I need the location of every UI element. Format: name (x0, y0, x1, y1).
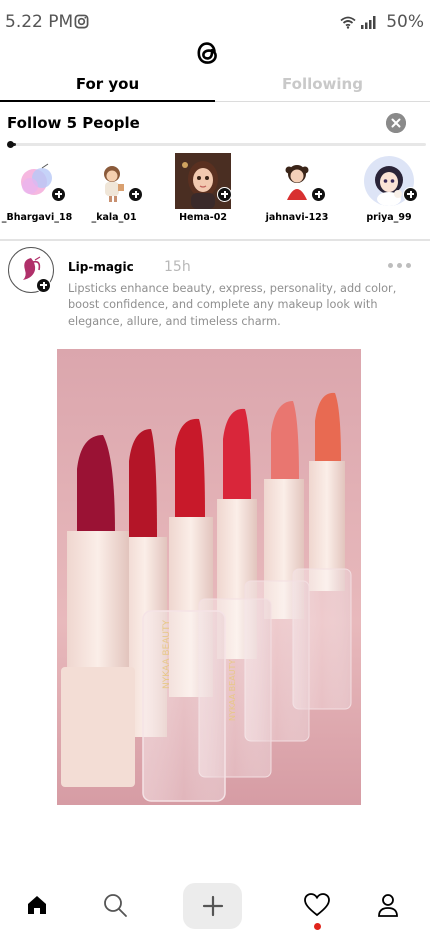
follow-plus-icon[interactable] (51, 187, 66, 202)
avatar[interactable] (12, 156, 66, 206)
profile-icon (378, 894, 398, 917)
close-icon[interactable] (386, 113, 406, 133)
suggested-profile[interactable]: jahnavi-123 (257, 152, 337, 223)
search-icon (104, 894, 127, 917)
notification-dot (314, 923, 321, 930)
tab-divider (215, 101, 430, 102)
status-time: 5.22 PM (5, 12, 74, 32)
suggested-profile[interactable]: priya_99 (349, 152, 429, 223)
suggested-username: priya_99 (366, 212, 412, 223)
post-timestamp: 15h (164, 259, 191, 275)
plus-icon (202, 895, 223, 917)
suggested-username: jahnavi-123 (265, 212, 329, 223)
post-image[interactable]: NYKAA BEAUTY NYKAA BEAUTY (57, 349, 361, 805)
post-author-avatar[interactable] (8, 247, 54, 293)
suggested-profile[interactable]: _Bhargavi_18 (0, 152, 77, 223)
follow-plus-icon[interactable] (311, 187, 326, 202)
suggested-username: Hema-02 (179, 212, 227, 223)
follow-plus-icon[interactable] (217, 187, 232, 202)
suggested-profiles: _Bhargavi_18 _kala_01 Hema-02 jahnavi-12… (0, 152, 430, 232)
status-bar: 5.22 PM 50% (0, 0, 430, 40)
follow-progress-dot (7, 141, 14, 148)
battery-level: 50% (386, 12, 424, 32)
follow-plus-icon[interactable] (403, 187, 418, 202)
avatar[interactable] (364, 156, 418, 206)
nav-search[interactable] (100, 880, 130, 930)
post-username[interactable]: Lip-magic (68, 260, 134, 274)
avatar[interactable] (89, 156, 143, 206)
nav-profile[interactable] (374, 880, 402, 930)
tab-following[interactable]: Following (215, 75, 430, 93)
home-icon (28, 896, 46, 914)
suggested-profile[interactable]: _kala_01 (74, 152, 154, 223)
avatar[interactable] (272, 156, 326, 206)
follow-plus-icon[interactable] (36, 278, 51, 293)
wifi-icon (340, 16, 356, 29)
nav-home[interactable] (22, 880, 52, 930)
section-divider (0, 239, 430, 241)
active-tab-indicator (0, 100, 215, 102)
follow-plus-icon[interactable] (128, 187, 143, 202)
suggested-username: _kala_01 (91, 212, 137, 223)
instagram-icon (74, 14, 89, 29)
nav-compose-button[interactable] (183, 883, 242, 929)
brand-label: NYKAA BEAUTY (228, 660, 237, 721)
suggested-username: _Bhargavi_18 (1, 212, 73, 223)
suggested-profile[interactable]: Hema-02 (163, 152, 243, 223)
follow-progress-track (8, 143, 426, 146)
bottom-navigation (0, 880, 430, 932)
lipstick-row-photo: NYKAA BEAUTY NYKAA BEAUTY (57, 349, 361, 805)
avatar[interactable] (175, 153, 232, 209)
tab-for-you[interactable]: For you (0, 75, 215, 93)
heart-icon (304, 893, 330, 917)
brand-label: NYKAA BEAUTY (162, 619, 172, 689)
feed-tabs: For you Following (0, 70, 430, 102)
threads-logo[interactable] (191, 36, 223, 70)
more-options-icon[interactable] (388, 263, 411, 268)
post-caption: Lipsticks enhance beauty, express, perso… (68, 282, 397, 328)
follow-section-title: Follow 5 People (7, 114, 140, 132)
signal-icon (361, 16, 376, 29)
